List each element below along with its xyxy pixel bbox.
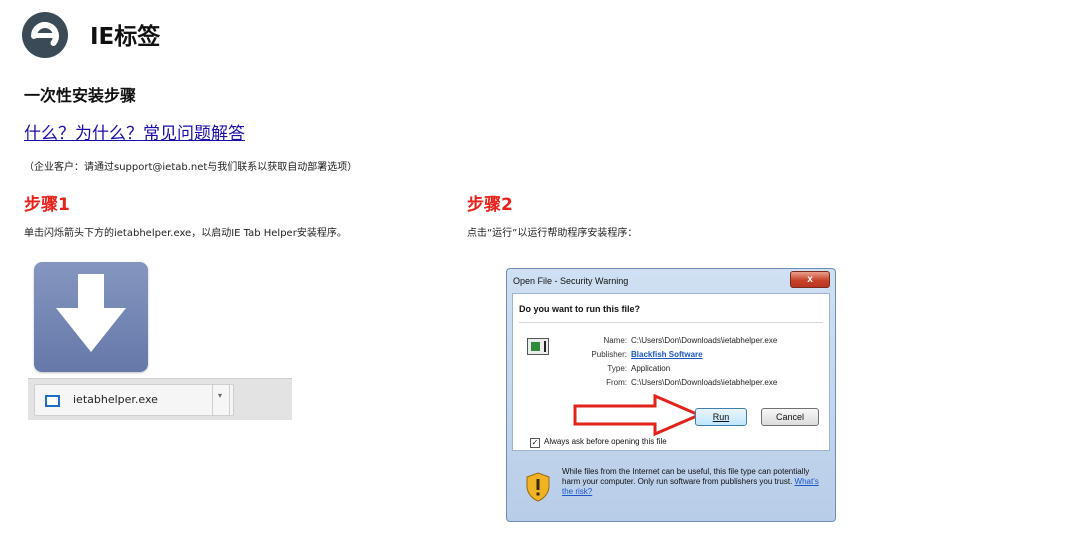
publisher-link[interactable]: Blackfish Software <box>631 350 703 359</box>
type-label: Type: <box>607 364 627 373</box>
step1-description: 单击闪烁箭头下方的ietabhelper.exe，以启动IE Tab Helpe… <box>24 228 347 239</box>
page-title: IE标签 <box>90 24 161 50</box>
download-arrow-icon <box>56 274 126 352</box>
red-arrow-pointer <box>573 394 703 436</box>
warning-message: While files from the Internet can be use… <box>562 467 810 486</box>
step2-description: 点击“运行”以运行帮助程序安装程序： <box>467 228 638 239</box>
warning-text: While files from the Internet can be use… <box>562 467 820 497</box>
download-bar: ietabhelper.exe ▾ <box>28 378 292 420</box>
dialog-body: Do you want to run this file? Name: C:\U… <box>512 293 830 451</box>
application-icon <box>527 338 549 355</box>
chevron-down-icon: ▾ <box>218 391 223 400</box>
name-label: Name: <box>603 336 627 345</box>
divider <box>519 322 823 323</box>
enterprise-note: （企业客户：请通过support@ietab.net与我们联系以获取自动部署选项… <box>24 162 358 173</box>
from-value: C:\Users\Don\Downloads\ietabhelper.exe <box>631 378 778 387</box>
cancel-button[interactable]: Cancel <box>761 408 819 426</box>
section-title: 一次性安装步骤 <box>24 86 137 105</box>
security-warning-dialog: Open File - Security Warning x Do you wa… <box>506 268 836 522</box>
faq-link[interactable]: 什么？为什么？常见问题解答 <box>24 119 245 144</box>
step1-title: 步骤1 <box>24 195 70 215</box>
warning-shield-icon <box>526 472 550 502</box>
dialog-title: Open File - Security Warning <box>513 276 629 286</box>
ie-tab-logo <box>22 12 68 58</box>
name-value: C:\Users\Don\Downloads\ietabhelper.exe <box>631 336 778 345</box>
type-value: Application <box>631 364 671 373</box>
dialog-question: Do you want to run this file? <box>519 304 640 314</box>
warning-area: While files from the Internet can be use… <box>512 455 830 517</box>
always-ask-label: Always ask before opening this file <box>544 437 667 446</box>
download-item[interactable]: ietabhelper.exe <box>34 384 234 416</box>
download-filename: ietabhelper.exe <box>73 393 158 406</box>
close-button[interactable]: x <box>790 271 830 288</box>
download-arrow-tile <box>34 262 148 372</box>
always-ask-checkbox[interactable]: ✓ <box>530 438 540 448</box>
publisher-label: Publisher: <box>591 350 627 359</box>
file-icon <box>45 395 60 407</box>
run-button[interactable]: Run <box>695 408 747 426</box>
download-options-button[interactable]: ▾ <box>212 384 230 416</box>
from-label: From: <box>606 378 627 387</box>
step2-title: 步骤2 <box>467 195 513 215</box>
